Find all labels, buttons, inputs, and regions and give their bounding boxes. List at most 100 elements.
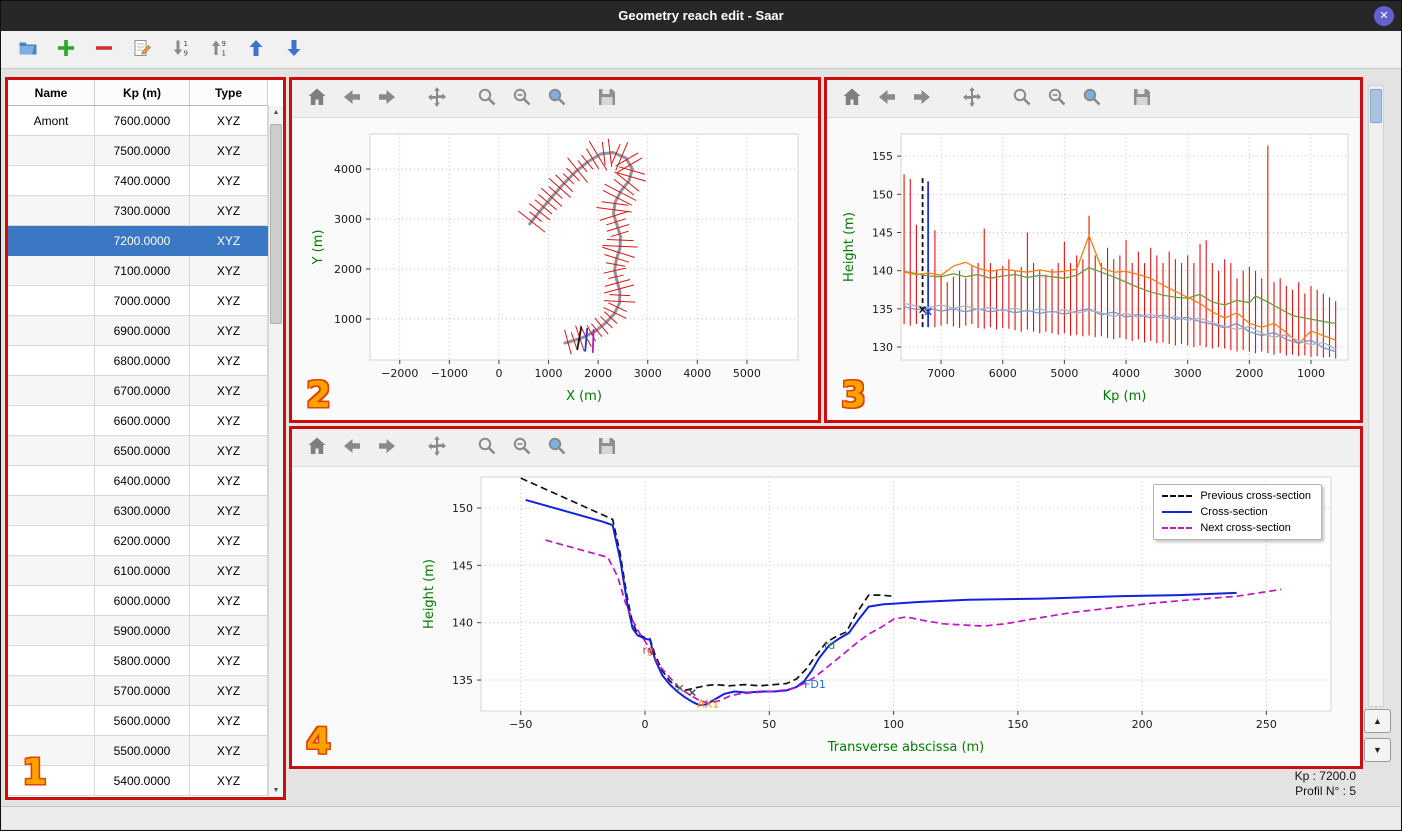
cell-kp: 6900.0000: [95, 316, 190, 346]
zoom-button[interactable]: [1009, 86, 1035, 112]
home-button[interactable]: [304, 435, 330, 461]
table-row[interactable]: 7400.0000 XYZ: [8, 166, 268, 196]
move-up-button[interactable]: [243, 37, 269, 63]
table-row[interactable]: 6800.0000 XYZ: [8, 346, 268, 376]
table-row[interactable]: 6900.0000 XYZ: [8, 316, 268, 346]
plan-view-panel: −2000 −1000 0 1000 2000 3000 4000 5000 1000 2000 3…: [289, 77, 821, 423]
cell-type: XYZ: [190, 406, 268, 436]
svg-text:250: 250: [1256, 718, 1277, 731]
cell-kp: 6500.0000: [95, 436, 190, 466]
customize-button[interactable]: [1079, 86, 1105, 112]
svg-text:145: 145: [872, 226, 893, 239]
back-button[interactable]: [874, 86, 900, 112]
svg-text:150: 150: [1007, 718, 1028, 731]
svg-text:5000: 5000: [733, 367, 761, 380]
forward-button[interactable]: [374, 86, 400, 112]
cell-kp: 6100.0000: [95, 556, 190, 586]
profile-up-button[interactable]: ▲: [1364, 709, 1391, 733]
move-down-button[interactable]: [281, 37, 307, 63]
save-button[interactable]: [594, 86, 620, 112]
svg-text:1000: 1000: [535, 367, 563, 380]
profil-status: Profil N° : 5: [1295, 784, 1356, 798]
sort-ascending-button[interactable]: 91: [205, 37, 231, 63]
sort-descending-button[interactable]: 19: [167, 37, 193, 63]
save-button[interactable]: [1129, 86, 1155, 112]
cell-kp: 6200.0000: [95, 526, 190, 556]
home-button[interactable]: [304, 86, 330, 112]
add-button[interactable]: [53, 37, 79, 63]
table-row[interactable]: 6700.0000 XYZ: [8, 376, 268, 406]
svg-text:155: 155: [872, 150, 893, 163]
subplots-button[interactable]: [1044, 86, 1070, 112]
forward-button[interactable]: [909, 86, 935, 112]
table-row[interactable]: 7000.0000 XYZ: [8, 286, 268, 316]
column-header-name[interactable]: Name: [8, 80, 95, 105]
cell-name: [8, 196, 95, 226]
table-row[interactable]: 5900.0000 XYZ: [8, 616, 268, 646]
edit-button[interactable]: [129, 37, 155, 63]
cell-kp: 7300.0000: [95, 196, 190, 226]
close-button[interactable]: ✕: [1374, 6, 1394, 26]
subplots-button[interactable]: [509, 86, 535, 112]
table-row[interactable]: 6500.0000 XYZ: [8, 436, 268, 466]
window-scrollbar[interactable]: [1368, 85, 1384, 707]
cell-type: XYZ: [190, 676, 268, 706]
cell-name: [8, 556, 95, 586]
cell-kp: 6800.0000: [95, 346, 190, 376]
profile-down-button[interactable]: ▼: [1364, 738, 1391, 762]
cell-name: [8, 346, 95, 376]
app-window: Geometry reach edit - Saar ✕ 1991 Name K…: [0, 0, 1402, 831]
pan-button[interactable]: [959, 86, 985, 112]
table-row[interactable]: Amont 7600.0000 XYZ: [8, 106, 268, 136]
pan-button[interactable]: [424, 435, 450, 461]
customize-button[interactable]: [544, 435, 570, 461]
cell-name: [8, 436, 95, 466]
scroll-down-icon[interactable]: ▼: [269, 784, 283, 797]
table-row[interactable]: 6200.0000 XYZ: [8, 526, 268, 556]
remove-button[interactable]: [91, 37, 117, 63]
pan-button[interactable]: [424, 86, 450, 112]
up-triangle-icon: ▲: [1373, 716, 1382, 726]
table-row[interactable]: 6400.0000 XYZ: [8, 466, 268, 496]
table-row[interactable]: 6300.0000 XYZ: [8, 496, 268, 526]
table-scrollbar-thumb[interactable]: [270, 124, 282, 324]
table-row[interactable]: 7300.0000 XYZ: [8, 196, 268, 226]
column-header-type[interactable]: Type: [190, 80, 268, 105]
svg-text:140: 140: [452, 617, 473, 630]
save-button[interactable]: [594, 435, 620, 461]
table-row[interactable]: 5600.0000 XYZ: [8, 706, 268, 736]
back-button[interactable]: [339, 86, 365, 112]
profile-chart[interactable]: 7000 6000 5000 4000 3000 2000 1000 130 135 140 145…: [827, 118, 1360, 420]
zoom-button[interactable]: [474, 435, 500, 461]
window-scrollbar-thumb[interactable]: [1370, 89, 1382, 123]
scroll-up-icon[interactable]: ▲: [269, 106, 283, 119]
table-row[interactable]: 6600.0000 XYZ: [8, 406, 268, 436]
customize-button[interactable]: [544, 86, 570, 112]
plan-toolbar: [292, 80, 818, 118]
svg-text:5000: 5000: [1050, 367, 1078, 380]
back-button[interactable]: [339, 435, 365, 461]
forward-button[interactable]: [374, 435, 400, 461]
zoom-button[interactable]: [474, 86, 500, 112]
table-row[interactable]: 6100.0000 XYZ: [8, 556, 268, 586]
subplots-button[interactable]: [509, 435, 535, 461]
svg-text:3000: 3000: [334, 213, 362, 226]
zoom-icon: [476, 435, 498, 460]
cell-type: XYZ: [190, 316, 268, 346]
table-row[interactable]: 5700.0000 XYZ: [8, 676, 268, 706]
table-row[interactable]: 7100.0000 XYZ: [8, 256, 268, 286]
table-row[interactable]: 7500.0000 XYZ: [8, 136, 268, 166]
table-row[interactable]: 6000.0000 XYZ: [8, 586, 268, 616]
table-row[interactable]: 7200.0000 XYZ: [8, 226, 268, 256]
legend-item: Cross-section: [1162, 506, 1311, 518]
table-scrollbar[interactable]: ▲ ▼: [268, 106, 283, 797]
column-header-kp[interactable]: Kp (m): [95, 80, 190, 105]
table-row[interactable]: 5800.0000 XYZ: [8, 646, 268, 676]
subplots-icon: [511, 435, 533, 460]
folder-open-icon: [18, 38, 38, 61]
save-icon: [596, 86, 618, 111]
plan-chart[interactable]: −2000 −1000 0 1000 2000 3000 4000 5000 1000 2000 3…: [292, 118, 818, 420]
home-button[interactable]: [839, 86, 865, 112]
svg-text:X (m): X (m): [566, 389, 602, 404]
open-button[interactable]: [15, 37, 41, 63]
